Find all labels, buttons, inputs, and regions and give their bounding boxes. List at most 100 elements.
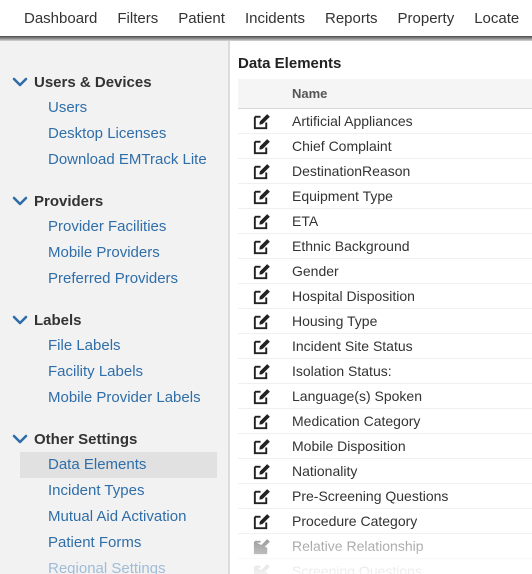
chevron-down-icon[interactable] [12,313,28,327]
nav-reports[interactable]: Reports [315,10,388,27]
data-element-name[interactable]: Screening Questions [284,563,422,574]
nav-property[interactable]: Property [388,10,465,27]
table-row: Chief Complaint [238,134,532,159]
data-element-name[interactable]: Artificial Appliances [284,113,413,129]
data-element-name[interactable]: Language(s) Spoken [284,388,422,404]
table-row: Relative Relationship [238,534,532,559]
table-row: Mobile Disposition [238,434,532,459]
edit-icon[interactable] [238,512,284,531]
nav-dashboard[interactable]: Dashboard [0,10,107,27]
data-element-name[interactable]: Housing Type [284,313,377,329]
table-row: Equipment Type [238,184,532,209]
table-row: Artificial Appliances [238,109,532,134]
sidebar: Users & Devices Users Desktop Licenses Down… [0,41,228,574]
edit-icon[interactable] [238,312,284,331]
edit-icon[interactable] [238,412,284,431]
table-row: ETA [238,209,532,234]
edit-icon[interactable] [238,562,284,574]
nav-filters[interactable]: Filters [107,10,168,27]
table-row: Screening Questions [238,559,532,574]
table-row: Incident Site Status [238,334,532,359]
edit-icon[interactable] [238,337,284,356]
nav-locate[interactable]: Locate [464,10,529,27]
nav-incidents[interactable]: Incidents [235,10,315,27]
column-header-name[interactable]: Name [284,86,327,101]
sidebar-item-desktop-licenses[interactable]: Desktop Licenses [20,121,217,147]
edit-icon[interactable] [238,287,284,306]
edit-icon[interactable] [238,462,284,481]
table-row: Isolation Status: [238,359,532,384]
table-row: Ethnic Background [238,234,532,259]
sidebar-item-patient-forms[interactable]: Patient Forms [20,530,217,556]
edit-icon[interactable] [238,162,284,181]
table-row: DestinationReason [238,159,532,184]
edit-icon[interactable] [238,487,284,506]
sidebar-item-mobile-providers[interactable]: Mobile Providers [20,240,217,266]
data-element-name[interactable]: Medication Category [284,413,420,429]
edit-icon[interactable] [238,387,284,406]
sidebar-section-header[interactable]: Users & Devices [12,69,228,95]
chevron-down-icon[interactable] [12,432,28,446]
edit-icon[interactable] [238,262,284,281]
data-element-name[interactable]: DestinationReason [284,163,410,179]
sidebar-item-file-labels[interactable]: File Labels [20,333,217,359]
sidebar-section: Users & Devices Users Desktop Licenses Down… [12,69,228,173]
sidebar-section-title: Other Settings [34,430,138,448]
sidebar-item-data-elements[interactable]: Data Elements [20,452,217,478]
sidebar-item-preferred-providers[interactable]: Preferred Providers [20,266,217,292]
table-row: Language(s) Spoken [238,384,532,409]
table-row: Medication Category [238,409,532,434]
page-title: Data Elements [238,55,342,72]
edit-icon[interactable] [238,112,284,131]
data-element-name[interactable]: Gender [284,263,339,279]
table-body: Artificial Appliances Chief Complaint Dest… [238,109,532,574]
sidebar-section-header[interactable]: Labels [12,307,228,333]
edit-icon[interactable] [238,362,284,381]
data-element-name[interactable]: ETA [284,213,318,229]
sidebar-section-title: Providers [34,192,104,210]
sidebar-item-provider-facilities[interactable]: Provider Facilities [20,214,217,240]
header-icon-column [238,79,284,109]
table-row: Procedure Category [238,509,532,534]
sidebar-section-header[interactable]: Providers [12,188,228,214]
data-element-name[interactable]: Mobile Disposition [284,438,406,454]
sidebar-section: Providers Provider Facilities Mobile Provi… [12,188,228,292]
sidebar-section-title: Labels [34,311,82,329]
edit-icon[interactable] [238,137,284,156]
table-row: Gender [238,259,532,284]
data-element-name[interactable]: Chief Complaint [284,138,392,154]
edit-icon[interactable] [238,237,284,256]
main-content: Data Elements Name Artificial Appliances… [230,41,532,574]
data-element-name[interactable]: Nationality [284,463,357,479]
sidebar-item-facility-labels[interactable]: Facility Labels [20,359,217,385]
data-element-name[interactable]: Relative Relationship [284,538,424,554]
sidebar-item-users[interactable]: Users [20,95,217,121]
data-element-name[interactable]: Hospital Disposition [284,288,415,304]
data-element-name[interactable]: Equipment Type [284,188,393,204]
data-element-name[interactable]: Incident Site Status [284,338,413,354]
table-header: Name [238,79,532,109]
table-row: Hospital Disposition [238,284,532,309]
sidebar-item-mobile-provider-labels[interactable]: Mobile Provider Labels [20,385,217,411]
chevron-down-icon[interactable] [12,75,28,89]
edit-icon[interactable] [238,437,284,456]
sidebar-item-incident-types[interactable]: Incident Types [20,478,217,504]
sidebar-section-title: Users & Devices [34,73,152,91]
edit-icon[interactable] [238,537,284,556]
sidebar-section: Other Settings Data Elements Incident Type… [12,426,228,574]
data-element-name[interactable]: Ethnic Background [284,238,410,254]
sidebar-section-header[interactable]: Other Settings [12,426,228,452]
edit-icon[interactable] [238,212,284,231]
table-row: Pre-Screening Questions [238,484,532,509]
data-elements-table: Name Artificial Appliances Chief Complain… [238,79,532,574]
edit-icon[interactable] [238,187,284,206]
nav-patient[interactable]: Patient [168,10,235,27]
sidebar-item-regional-settings[interactable]: Regional Settings [20,556,217,574]
data-element-name[interactable]: Procedure Category [284,513,417,529]
data-element-name[interactable]: Pre-Screening Questions [284,488,448,504]
chevron-down-icon[interactable] [12,194,28,208]
sidebar-item-mutual-aid-activation[interactable]: Mutual Aid Activation [20,504,217,530]
sidebar-item-download-emtrack-lite[interactable]: Download EMTrack Lite [20,147,217,173]
data-element-name[interactable]: Isolation Status: [284,363,392,379]
sidebar-section: Labels File Labels Facility Labels Mobile P… [12,307,228,411]
